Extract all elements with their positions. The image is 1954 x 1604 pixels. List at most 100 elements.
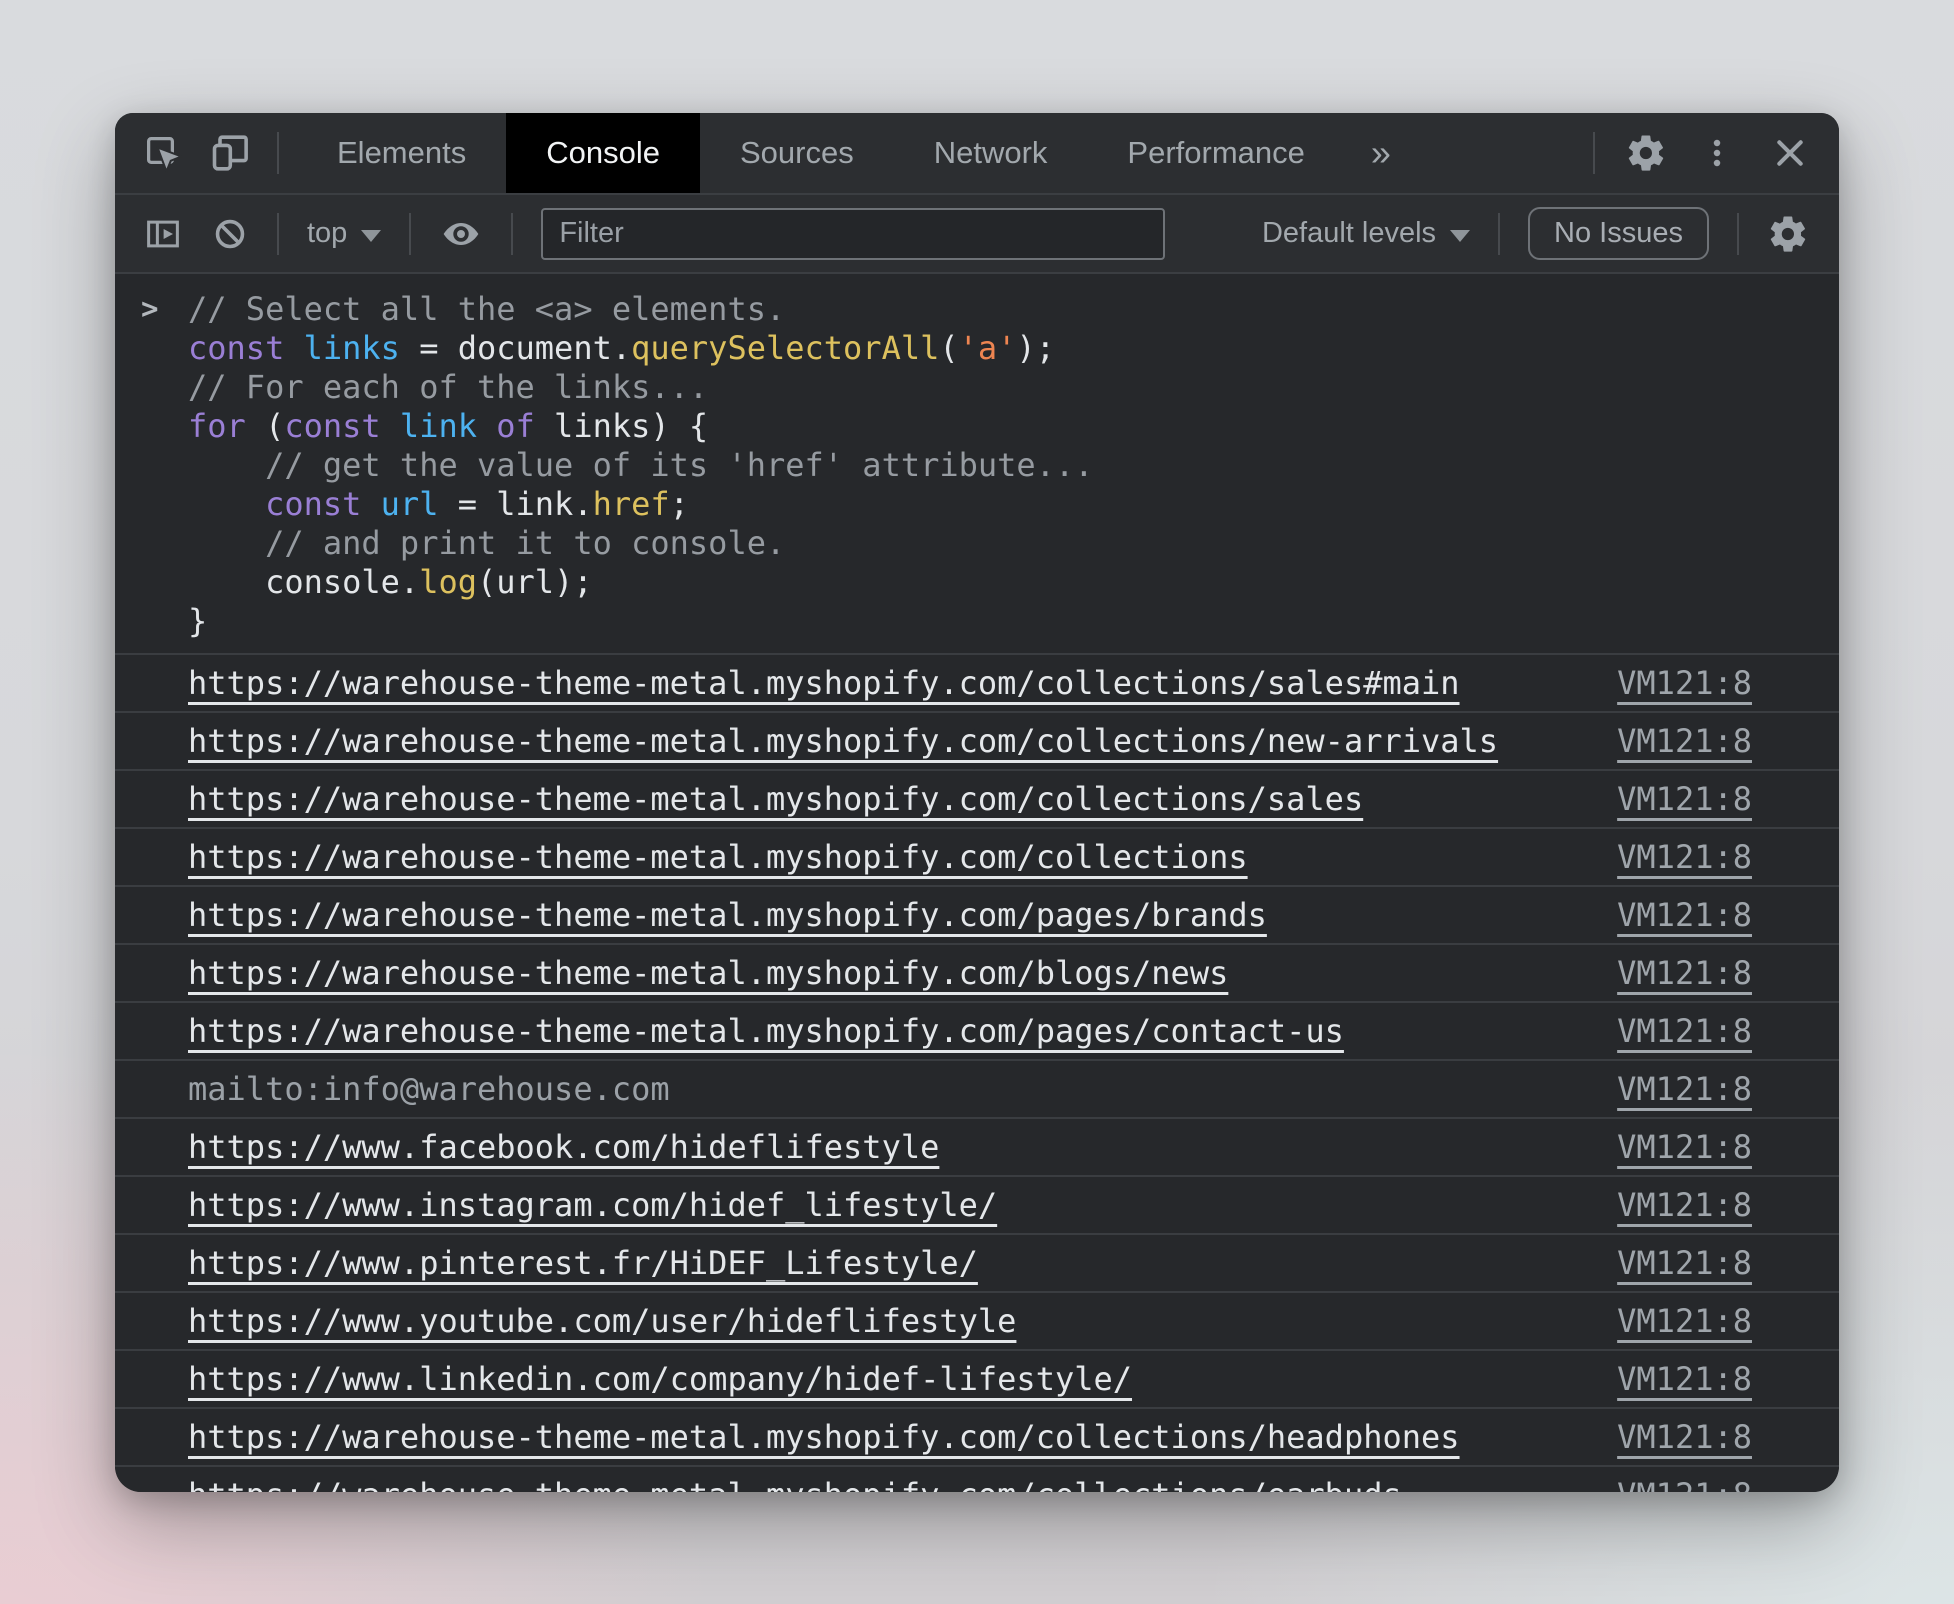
source-location-link[interactable]: VM121:8 (1577, 1302, 1752, 1340)
show-console-sidebar-button[interactable] (143, 214, 183, 254)
logged-url-link[interactable]: https://www.youtube.com/user/hideflifest… (188, 1302, 1016, 1340)
context-label: top (307, 217, 347, 250)
eye-icon (439, 212, 483, 256)
log-levels-dropdown[interactable]: Default levels (1262, 217, 1470, 250)
more-tabs-button[interactable]: » (1345, 132, 1417, 174)
chevron-down-icon (1450, 230, 1470, 242)
code-token: const (284, 407, 380, 445)
logged-url-link[interactable]: https://warehouse-theme-metal.myshopify.… (188, 780, 1363, 818)
code-line: const url = link.href; (115, 485, 1839, 524)
console-entry: https://www.youtube.com/user/hideflifest… (115, 1293, 1839, 1351)
source-location-link[interactable]: VM121:8 (1577, 1186, 1752, 1224)
code-token (477, 407, 496, 445)
logged-url-link[interactable]: https://warehouse-theme-metal.myshopify.… (188, 1012, 1344, 1050)
code-token: log (419, 563, 477, 601)
source-location-link[interactable]: VM121:8 (1577, 1418, 1752, 1456)
javascript-context-dropdown[interactable]: top (307, 217, 381, 250)
sidebar-panel-icon (143, 214, 183, 254)
no-issues-button[interactable]: No Issues (1528, 207, 1709, 260)
chevron-down-icon (361, 230, 381, 242)
source-location-link[interactable]: VM121:8 (1577, 1244, 1752, 1282)
logged-url-link[interactable]: https://warehouse-theme-metal.myshopify.… (188, 954, 1228, 992)
logged-url-link[interactable]: https://warehouse-theme-metal.myshopify.… (188, 1418, 1460, 1456)
close-devtools-button[interactable] (1771, 134, 1809, 172)
block-icon (211, 215, 249, 253)
logged-url-link[interactable]: https://www.facebook.com/hideflifestyle (188, 1128, 939, 1166)
source-location-link[interactable]: VM121:8 (1577, 1360, 1752, 1398)
source-location-link[interactable]: VM121:8 (1577, 1476, 1752, 1492)
source-location-link[interactable]: VM121:8 (1577, 1012, 1752, 1050)
source-location-link[interactable]: VM121:8 (1577, 664, 1752, 702)
code-token: const (265, 485, 361, 523)
gear-icon (1767, 213, 1809, 255)
console-messages-area: >// Select all the <a> elements.const li… (115, 274, 1839, 1492)
console-entry: https://warehouse-theme-metal.myshopify.… (115, 1409, 1839, 1467)
customize-devtools-button[interactable] (1697, 133, 1737, 173)
source-location-link[interactable]: VM121:8 (1577, 722, 1752, 760)
devtools-window: ElementsConsoleSourcesNetworkPerformance… (115, 113, 1839, 1492)
console-entry: https://warehouse-theme-metal.myshopify.… (115, 771, 1839, 829)
tab-elements[interactable]: Elements (297, 113, 506, 193)
code-line: for (const link of links) { (115, 407, 1839, 446)
devtools-tab-bar: ElementsConsoleSourcesNetworkPerformance… (115, 113, 1839, 193)
code-block: >// Select all the <a> elements.const li… (115, 274, 1839, 653)
console-entry: https://warehouse-theme-metal.myshopify.… (115, 887, 1839, 945)
clear-console-button[interactable] (211, 215, 249, 253)
console-entry: https://www.linkedin.com/company/hidef-l… (115, 1351, 1839, 1409)
logged-url-link[interactable]: https://warehouse-theme-metal.myshopify.… (188, 838, 1248, 876)
code-token: url (381, 485, 439, 523)
logged-url-link[interactable]: https://warehouse-theme-metal.myshopify.… (188, 1476, 1402, 1492)
logged-url-link[interactable]: https://www.pinterest.fr/HiDEF_Lifestyle… (188, 1244, 978, 1282)
source-location-link[interactable]: VM121:8 (1577, 896, 1752, 934)
tab-sources[interactable]: Sources (700, 113, 894, 193)
code-token: links (304, 329, 400, 367)
code-token: links) { (535, 407, 708, 445)
divider (1498, 213, 1500, 255)
create-live-expression-button[interactable] (439, 212, 483, 256)
logged-url-link[interactable]: https://www.linkedin.com/company/hidef-l… (188, 1360, 1132, 1398)
tab-console[interactable]: Console (506, 113, 700, 193)
logged-url-link[interactable]: https://warehouse-theme-metal.myshopify.… (188, 722, 1498, 760)
code-line: >// Select all the <a> elements. (115, 290, 1839, 329)
code-token: const (188, 329, 284, 367)
console-settings-button[interactable] (1767, 213, 1809, 255)
code-line: // and print it to console. (115, 524, 1839, 563)
tab-network[interactable]: Network (894, 113, 1088, 193)
toggle-device-toolbar-button[interactable] (209, 131, 253, 175)
code-token: for (188, 407, 246, 445)
code-token (381, 407, 400, 445)
divider (409, 213, 411, 255)
console-entry: https://www.facebook.com/hideflifestyle V… (115, 1119, 1839, 1177)
logged-url-link[interactable]: https://warehouse-theme-metal.myshopify.… (188, 896, 1267, 934)
code-line: // get the value of its 'href' attribute… (115, 446, 1839, 485)
code-token: 'a' (959, 329, 1017, 367)
source-location-link[interactable]: VM121:8 (1577, 838, 1752, 876)
logged-url-link[interactable]: https://www.instagram.com/hidef_lifestyl… (188, 1186, 997, 1224)
console-entry: https://warehouse-theme-metal.myshopify.… (115, 655, 1839, 713)
code-token: ( (939, 329, 958, 367)
code-token: of (496, 407, 535, 445)
source-location-link[interactable]: VM121:8 (1577, 1070, 1752, 1108)
tab-performance[interactable]: Performance (1087, 113, 1344, 193)
console-entry: https://warehouse-theme-metal.myshopify.… (115, 713, 1839, 771)
source-location-link[interactable]: VM121:8 (1577, 1128, 1752, 1166)
code-token: console. (265, 563, 419, 601)
source-location-link[interactable]: VM121:8 (1577, 780, 1752, 818)
inspect-element-button[interactable] (143, 133, 183, 173)
logged-text: mailto:info@warehouse.com (188, 1070, 670, 1108)
code-token: // and print it to console. (265, 524, 785, 562)
filter-input[interactable] (541, 208, 1165, 260)
source-location-link[interactable]: VM121:8 (1577, 954, 1752, 992)
kebab-menu-icon (1697, 133, 1737, 173)
close-icon (1771, 134, 1809, 172)
code-line: // For each of the links... (115, 368, 1839, 407)
gear-icon (1625, 132, 1667, 174)
prompt-chevron-icon: > (141, 289, 158, 328)
divider (277, 213, 279, 255)
logged-url-link[interactable]: https://warehouse-theme-metal.myshopify.… (188, 664, 1460, 702)
divider (277, 132, 279, 174)
code-token: querySelectorAll (631, 329, 939, 367)
console-entry: https://warehouse-theme-metal.myshopify.… (115, 829, 1839, 887)
code-token (361, 485, 380, 523)
settings-button[interactable] (1625, 132, 1667, 174)
